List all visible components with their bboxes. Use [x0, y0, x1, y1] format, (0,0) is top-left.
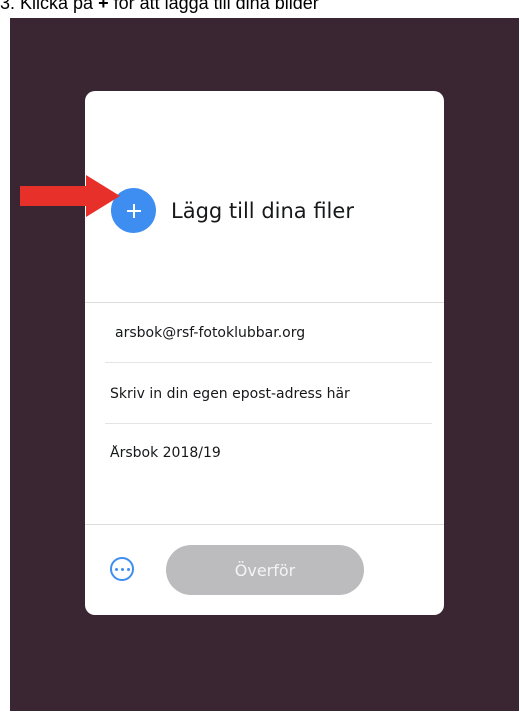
recipient-email-input[interactable] [115, 313, 425, 353]
divider [105, 362, 432, 363]
message-input[interactable] [110, 433, 420, 473]
instruction-suffix: för att lägga till dina bilder [113, 0, 319, 13]
ellipsis-dot [120, 567, 124, 571]
add-files-label: Lägg till dina filer [171, 198, 354, 223]
red-arrow-icon [20, 175, 120, 217]
divider [85, 302, 444, 303]
instruction-text: 3. Klicka på + för att lägga till dina b… [0, 0, 520, 16]
divider [85, 524, 444, 525]
divider [105, 423, 432, 424]
instruction-prefix: 3. Klicka på [0, 0, 94, 13]
more-options-button[interactable] [110, 557, 134, 581]
transfer-button-label: Överför [234, 560, 296, 580]
page: 3. Klicka på + för att lägga till dina b… [0, 0, 520, 713]
add-files-area[interactable]: Lägg till dina filer [111, 188, 354, 233]
transfer-button[interactable]: Överför [166, 545, 364, 595]
sender-email-input[interactable] [110, 374, 420, 414]
instruction-plus-symbol: + [98, 0, 109, 13]
plus-icon [126, 203, 141, 218]
upload-card: Lägg till dina filer Överför [85, 91, 444, 615]
ellipsis-dot [126, 567, 130, 571]
ellipsis-circle-icon [114, 567, 118, 571]
